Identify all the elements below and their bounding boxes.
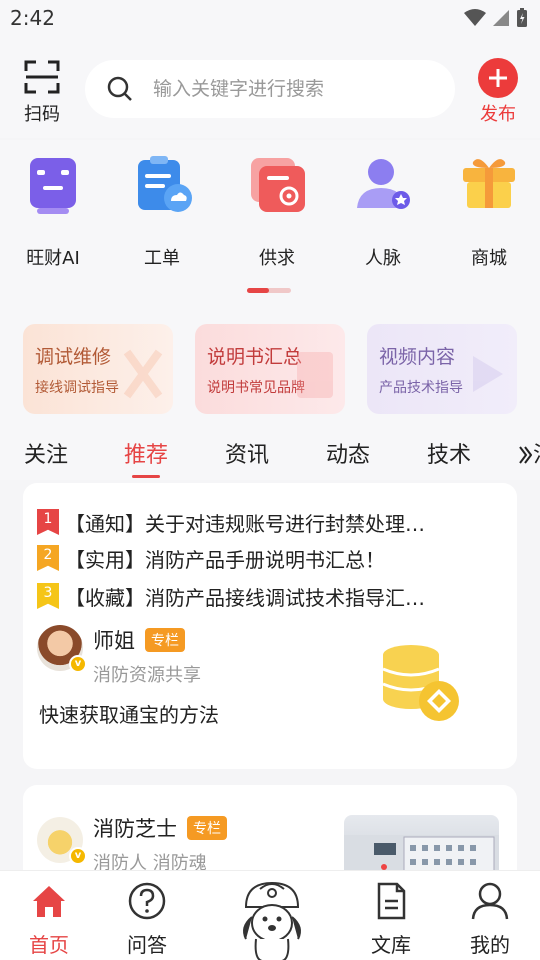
play-icon: [473, 356, 503, 392]
rank-badge: 2: [37, 545, 59, 571]
bottom-nav: 首页 问答 文库 我的: [0, 870, 540, 960]
column-badge: 专栏: [187, 816, 227, 840]
verified-badge: v: [69, 655, 87, 673]
column-badge: 专栏: [145, 628, 185, 652]
tab-follow[interactable]: 关注: [24, 437, 68, 469]
verified-badge: v: [69, 847, 87, 865]
signal-icon: [493, 10, 509, 26]
rank-badge: 3: [37, 583, 59, 609]
work-order-icon: [130, 152, 194, 216]
scan-label: 扫码: [24, 104, 60, 125]
nav-home[interactable]: 首页: [9, 881, 89, 958]
document-icon: [377, 882, 406, 920]
double-chevron-icon[interactable]: [518, 445, 532, 465]
publish-button[interactable]: 发布: [476, 58, 520, 126]
news-text: 【收藏】消防产品接线调试技术指导汇…: [65, 585, 425, 610]
nav-label: 文库: [371, 933, 411, 957]
book-icon: [297, 352, 333, 398]
search-bar[interactable]: [85, 60, 455, 118]
quick-cards: 调试维修 接线调试指导 说明书汇总 说明书常见品牌 视频内容 产品技术指导: [0, 300, 540, 425]
gift-icon: [457, 152, 521, 216]
app-label: 商城: [471, 248, 507, 269]
top-bar: 扫码 发布: [0, 38, 540, 138]
news-text: 【通知】关于对违规账号进行封禁处理…: [65, 511, 425, 536]
author-name: 师姐: [93, 629, 135, 653]
status-time: 2:42: [10, 6, 55, 30]
question-icon: [128, 882, 166, 920]
search-icon: [107, 76, 132, 101]
author-subtitle: 消防资源共享: [93, 665, 201, 686]
mascot-icon[interactable]: [232, 877, 312, 960]
search-input[interactable]: [153, 74, 433, 104]
app-grid: 旺财AI 工单 供求 人脉 商城: [0, 140, 540, 300]
card-debug-repair[interactable]: 调试维修 接线调试指导: [23, 324, 173, 414]
user-icon: [471, 882, 509, 920]
feed-tabs: 关注 推荐 资讯 动态 技术 法: [0, 425, 540, 480]
author-name: 消防芝士: [93, 817, 177, 841]
app-supply-demand[interactable]: 供求: [227, 152, 327, 270]
robot-icon: [21, 152, 85, 216]
nav-label: 首页: [29, 933, 69, 957]
battery-icon: [517, 8, 527, 27]
avatar: v: [37, 625, 87, 673]
nav-library[interactable]: 文库: [351, 881, 431, 958]
supply-demand-icon: [245, 152, 309, 216]
tab-activity[interactable]: 动态: [326, 437, 370, 469]
home-icon: [33, 886, 65, 917]
tab-tech[interactable]: 技术: [427, 437, 471, 469]
wrench-icon: [123, 349, 163, 399]
wifi-icon: [464, 9, 486, 26]
coin-stack-icon: [382, 645, 459, 721]
rank-badge: 1: [37, 509, 59, 535]
avatar: v: [37, 817, 87, 865]
page-indicator: [247, 288, 291, 293]
scan-button[interactable]: 扫码: [20, 60, 64, 126]
post-author[interactable]: v 师姐 专栏 消防资源共享: [37, 625, 201, 687]
status-bar: 2:42: [0, 0, 540, 38]
tab-law[interactable]: 法: [533, 437, 540, 469]
news-item[interactable]: 2 【实用】消防产品手册说明书汇总！: [37, 545, 497, 572]
status-icons: [464, 8, 528, 28]
app-label: 供求: [259, 248, 295, 269]
nav-qa[interactable]: 问答: [107, 881, 187, 958]
tab-news[interactable]: 资讯: [225, 437, 269, 469]
nav-label: 问答: [127, 933, 167, 957]
app-label: 工单: [144, 248, 180, 269]
app-work-order[interactable]: 工单: [112, 152, 212, 270]
scan-icon: [24, 60, 60, 94]
nav-label: 我的: [470, 933, 510, 957]
plus-icon: [478, 58, 518, 98]
post-author[interactable]: v 消防芝士 专栏 消防人 消防魂: [37, 816, 227, 875]
app-label: 旺财AI: [26, 248, 80, 269]
feed-card: 1 【通知】关于对违规账号进行封禁处理… 2 【实用】消防产品手册说明书汇总！ …: [23, 483, 517, 769]
post-title[interactable]: 快速获取通宝的方法: [39, 699, 219, 728]
publish-label: 发布: [480, 104, 516, 125]
news-item[interactable]: 3 【收藏】消防产品接线调试技术指导汇…: [37, 583, 497, 610]
contacts-icon: [351, 152, 415, 216]
card-video-content[interactable]: 视频内容 产品技术指导: [367, 324, 517, 414]
app-wangcai-ai[interactable]: 旺财AI: [3, 152, 103, 270]
tab-recommend[interactable]: 推荐: [124, 437, 168, 478]
app-label: 人脉: [365, 248, 401, 269]
nav-mine[interactable]: 我的: [450, 881, 530, 958]
app-contacts[interactable]: 人脉: [333, 152, 433, 270]
app-mall[interactable]: 商城: [439, 152, 539, 270]
news-item[interactable]: 1 【通知】关于对违规账号进行封禁处理…: [37, 509, 497, 536]
card-manual-summary[interactable]: 说明书汇总 说明书常见品牌: [195, 324, 345, 414]
news-text: 【实用】消防产品手册说明书汇总！: [65, 547, 385, 572]
